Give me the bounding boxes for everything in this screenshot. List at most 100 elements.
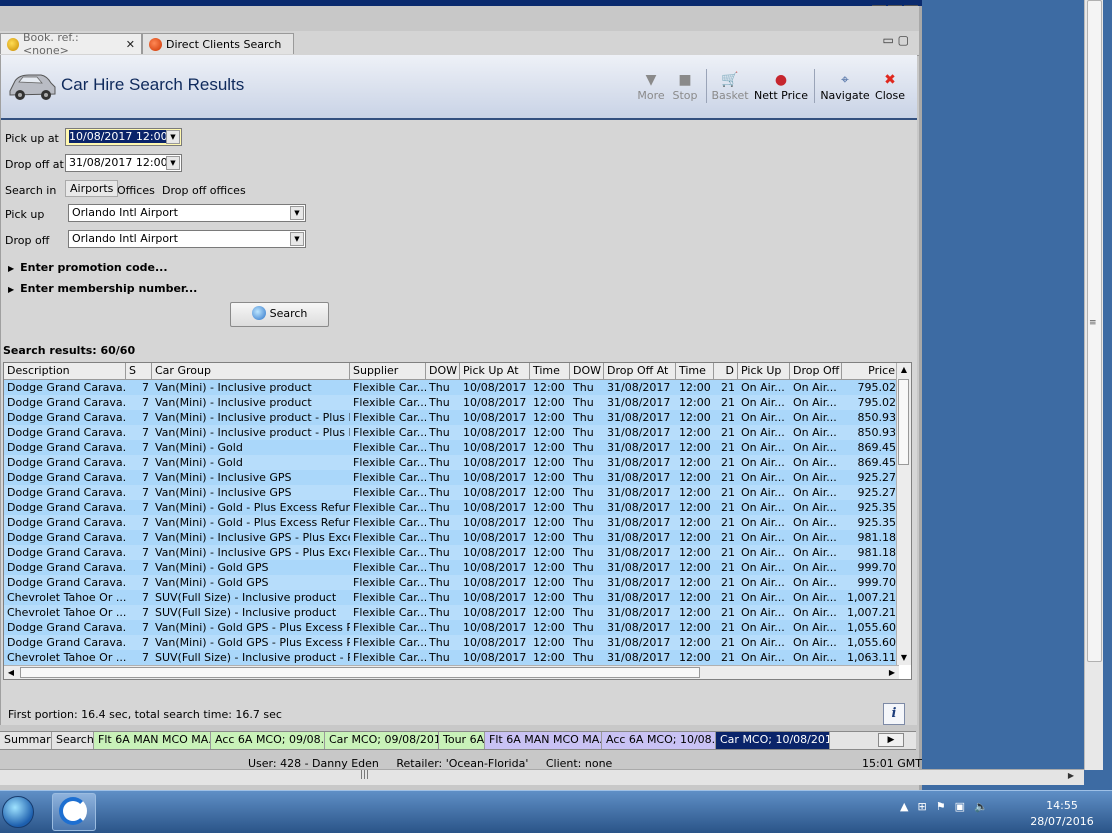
- table-row[interactable]: Dodge Grand Carava... 7 Van(Mini) - Inclus…: [4, 395, 899, 410]
- promotion-code-expander[interactable]: ▶ Enter promotion code...: [8, 261, 168, 274]
- bottom-tab[interactable]: Flt 6A MAN MCO MA...: [94, 732, 211, 749]
- chevron-down-icon[interactable]: ▼: [166, 156, 180, 170]
- navigate-button[interactable]: ⌖ Navigate: [819, 71, 871, 111]
- scroll-up-icon[interactable]: ▲: [898, 363, 910, 377]
- outer-scroll-thumb[interactable]: [1087, 0, 1102, 662]
- table-row[interactable]: Dodge Grand Carava... 7 Van(Mini) - Inclus…: [4, 530, 899, 545]
- table-row[interactable]: Dodge Grand Carava... 7 Van(Mini) - Gold -…: [4, 515, 899, 530]
- table-row[interactable]: Dodge Grand Carava... 7 Van(Mini) - Gold Fl…: [4, 455, 899, 470]
- table-row[interactable]: Chevrolet Tahoe Or ... 7 SUV(Full Size) - …: [4, 650, 899, 665]
- bottom-tab[interactable]: Acc 6A MCO; 10/08...: [602, 732, 716, 749]
- scroll-left-icon[interactable]: ◀: [4, 666, 18, 679]
- nett-price-button[interactable]: ● Nett Price: [753, 71, 809, 111]
- scroll-right-icon[interactable]: ▶: [1068, 771, 1074, 780]
- dropoff-at-field[interactable]: 31/08/2017 12:00 ▼: [65, 154, 182, 172]
- column-header[interactable]: Supplier: [350, 363, 426, 379]
- column-header[interactable]: Car Group: [152, 363, 350, 379]
- bottom-tab[interactable]: Car MCO; 10/08/2017: [716, 732, 830, 749]
- tab-booking-ref[interactable]: Book. ref.: <none> ✕: [0, 31, 142, 57]
- table-cell: 12:00: [533, 396, 565, 409]
- taskbar-clock[interactable]: 14:55 28/07/2016: [1022, 798, 1102, 830]
- bottom-tab[interactable]: Tour 6A: [439, 732, 485, 749]
- table-row[interactable]: Dodge Grand Carava... 7 Van(Mini) - Gold G…: [4, 620, 899, 635]
- table-row[interactable]: Dodge Grand Carava... 7 Van(Mini) - Inclus…: [4, 380, 899, 395]
- table-cell: Van(Mini) - Inclusive GPS: [155, 486, 292, 499]
- table-row[interactable]: Dodge Grand Carava... 7 Van(Mini) - Inclus…: [4, 485, 899, 500]
- column-header[interactable]: Pick Up At: [460, 363, 530, 379]
- table-row[interactable]: Dodge Grand Carava... 7 Van(Mini) - Gold -…: [4, 500, 899, 515]
- table-row[interactable]: Dodge Grand Carava... 7 Van(Mini) - Gold Fl…: [4, 440, 899, 455]
- search-button[interactable]: Search: [230, 302, 329, 327]
- table-cell: 7: [142, 651, 149, 664]
- membership-number-expander[interactable]: ▶ Enter membership number...: [8, 282, 197, 295]
- tray-expand-icon[interactable]: ▲: [900, 800, 908, 813]
- grid-vertical-scrollbar[interactable]: ▲ ▼: [896, 363, 911, 665]
- more-button[interactable]: ▼ More: [635, 71, 667, 111]
- outer-horizontal-scrollbar[interactable]: ||| ▶: [0, 769, 1084, 785]
- column-header[interactable]: Drop Off: [790, 363, 842, 379]
- pickup-at-field[interactable]: 10/08/2017 12:00 ▼: [65, 128, 182, 146]
- scroll-right-icon[interactable]: ▶: [885, 666, 899, 679]
- dropoff-location-select[interactable]: Orlando Intl Airport ▼: [68, 230, 306, 248]
- table-cell: Thu: [429, 501, 450, 514]
- grid-vscroll-thumb[interactable]: [898, 379, 909, 465]
- bottom-tab[interactable]: Acc 6A MCO; 09/08...: [211, 732, 325, 749]
- table-row[interactable]: Chevrolet Tahoe Or ... 7 SUV(Full Size) - …: [4, 605, 899, 620]
- table-row[interactable]: Dodge Grand Carava... 7 Van(Mini) - Gold G…: [4, 560, 899, 575]
- column-header[interactable]: Drop Off At: [604, 363, 676, 379]
- outer-vertical-scrollbar[interactable]: ≡: [1084, 0, 1103, 770]
- bottom-tab[interactable]: Search: [52, 732, 94, 749]
- search-in-dropoff-offices[interactable]: Drop off offices: [162, 184, 246, 197]
- pane-controls[interactable]: ▭ ▢: [883, 33, 910, 47]
- column-header[interactable]: Description: [4, 363, 126, 379]
- tray-flag-icon[interactable]: ⚑: [936, 800, 946, 813]
- table-cell: On Air...: [741, 651, 785, 664]
- tray-network-icon[interactable]: ⊞: [917, 800, 926, 813]
- scroll-down-icon[interactable]: ▼: [898, 651, 910, 665]
- column-header[interactable]: DOW: [570, 363, 604, 379]
- column-header[interactable]: S: [126, 363, 152, 379]
- close-button[interactable]: ✖ Close: [873, 71, 907, 111]
- table-row[interactable]: Dodge Grand Carava... 7 Van(Mini) - Gold G…: [4, 575, 899, 590]
- chevron-down-icon[interactable]: ▼: [166, 130, 180, 144]
- tab-direct-clients-search[interactable]: Direct Clients Search: [142, 33, 294, 54]
- column-header[interactable]: DOW: [426, 363, 460, 379]
- column-header[interactable]: D: [714, 363, 738, 379]
- stop-button[interactable]: ■ Stop: [670, 71, 700, 111]
- column-header[interactable]: Time: [676, 363, 714, 379]
- search-in-airports[interactable]: Airports: [65, 180, 119, 197]
- bottom-tab[interactable]: Summary: [0, 732, 52, 749]
- table-row[interactable]: Dodge Grand Carava... 7 Van(Mini) - Gold G…: [4, 635, 899, 650]
- column-header[interactable]: Price: [842, 363, 899, 379]
- grid-horizontal-scrollbar[interactable]: ◀ ▶: [4, 665, 899, 679]
- column-header[interactable]: Time: [530, 363, 570, 379]
- table-row[interactable]: Dodge Grand Carava... 7 Van(Mini) - Inclus…: [4, 545, 899, 560]
- close-tab-icon[interactable]: ✕: [126, 38, 135, 51]
- search-in-offices[interactable]: Offices: [117, 184, 155, 197]
- pickup-location-value: Orlando Intl Airport: [72, 206, 178, 219]
- tray-volume-icon[interactable]: 🔈: [974, 800, 988, 813]
- table-row[interactable]: Dodge Grand Carava... 7 Van(Mini) - Inclus…: [4, 410, 899, 425]
- start-button[interactable]: [0, 792, 40, 832]
- grid-hscroll-thumb[interactable]: [20, 667, 700, 678]
- tray-monitor-icon[interactable]: ▣: [955, 800, 965, 813]
- bottom-tab[interactable]: Flt 6A MAN MCO MA...: [485, 732, 602, 749]
- table-cell: Thu: [429, 381, 450, 394]
- pickup-location-select[interactable]: Orlando Intl Airport ▼: [68, 204, 306, 222]
- search-icon: [251, 306, 266, 320]
- table-row[interactable]: Chevrolet Tahoe Or ... 7 SUV(Full Size) - …: [4, 590, 899, 605]
- table-cell: Flexible Car...: [353, 411, 426, 424]
- table-cell: 10/08/2017: [463, 426, 527, 439]
- info-button[interactable]: i: [883, 703, 905, 725]
- basket-button[interactable]: 🛒 Basket: [711, 71, 749, 111]
- table-row[interactable]: Dodge Grand Carava... 7 Van(Mini) - Inclus…: [4, 425, 899, 440]
- bottom-tab[interactable]: Car MCO; 09/08/2017: [325, 732, 439, 749]
- chevron-down-icon[interactable]: ▼: [290, 206, 304, 220]
- taskbar-app-button[interactable]: [52, 793, 96, 831]
- column-header[interactable]: Pick Up: [738, 363, 790, 379]
- table-row[interactable]: Dodge Grand Carava... 7 Van(Mini) - Inclus…: [4, 470, 899, 485]
- chevron-down-icon[interactable]: ▼: [290, 232, 304, 246]
- tabs-scroll-right-icon[interactable]: ▶: [878, 733, 904, 747]
- dropoff-location-value: Orlando Intl Airport: [72, 232, 178, 245]
- table-cell: 12:00: [679, 411, 711, 424]
